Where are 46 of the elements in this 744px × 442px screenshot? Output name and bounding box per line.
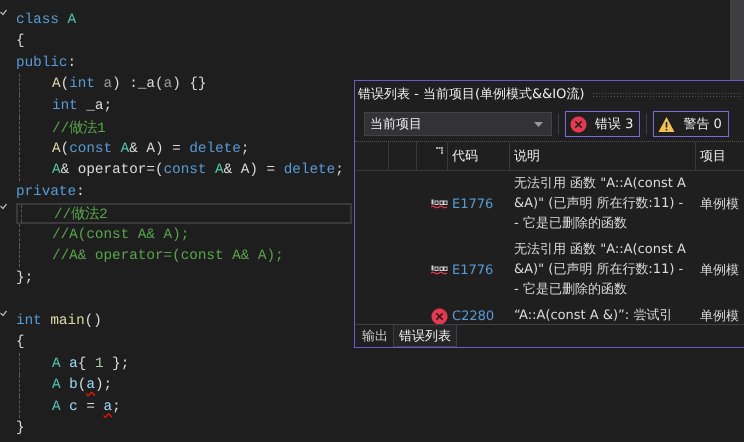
column-header[interactable]: 项目	[696, 142, 744, 170]
code-line: //A& operator=(const A& A);	[52, 248, 284, 264]
error-code-link[interactable]: E1776	[452, 262, 494, 278]
panel-tab[interactable]: 错误列表	[393, 325, 457, 347]
code-line: {	[16, 334, 25, 350]
code-line: //做法2	[54, 205, 108, 223]
code-line: A& operator=(const A& A) = delete;	[52, 162, 344, 178]
code-line: A b(a);	[52, 377, 112, 394]
code-line: int _a;	[52, 98, 112, 114]
panel-title: 错误列表 - 当前项目(单例模式&&IO流)	[358, 86, 584, 103]
project-name: 单例模	[700, 196, 739, 213]
scope-dropdown[interactable]: 当前项目	[364, 112, 552, 136]
fold-icon[interactable]	[0, 310, 7, 318]
column-header[interactable]: 说明	[510, 142, 696, 170]
code-line: private:	[16, 184, 85, 200]
code-line: A(int a) :_a(a) {}	[52, 76, 207, 92]
fold-icon[interactable]	[0, 202, 7, 210]
filter-button[interactable]: 警告 0	[653, 111, 729, 137]
error-icon	[431, 308, 448, 324]
code-line: }	[16, 420, 25, 436]
code-line: //做法1	[52, 119, 106, 137]
project-name: 单例模	[700, 308, 739, 324]
error-description: “A::A(const A &)”: 尝试引	[514, 307, 674, 324]
code-line: int main()	[16, 312, 102, 329]
code-line: class A	[16, 12, 76, 28]
error-code-link[interactable]: E1776	[452, 196, 494, 212]
code-line: A(const A& A) = delete;	[52, 140, 250, 157]
warning-icon	[658, 116, 676, 132]
dropdown-caret-icon	[534, 122, 543, 126]
sort-icon	[436, 146, 443, 154]
column-header[interactable]: 代码	[448, 142, 510, 170]
error-icon	[570, 116, 587, 132]
code-line: //A(const A& A);	[52, 226, 190, 243]
project-name: 单例模	[700, 262, 739, 279]
code-line: A a{ 1 };	[52, 356, 130, 372]
error-description: 无法引用 函数 "A::A(const A &A)" (已声明 所在行数:11) -- 它是已删除的函数	[514, 175, 686, 233]
filter-button[interactable]: 错误 3	[565, 111, 640, 137]
code-line: A c = a;	[52, 398, 121, 415]
code-line: {	[16, 33, 25, 50]
error-code-link[interactable]: C2280	[452, 308, 494, 324]
scrollbar[interactable]	[730, 0, 744, 80]
code-line: public:	[16, 54, 76, 71]
error-description: 无法引用 函数 "A::A(const A &A)" (已声明 所在行数:11) -- 它是已删除的函数	[514, 241, 686, 299]
fold-icon[interactable]	[0, 9, 7, 16]
panel-tab[interactable]: 输出	[357, 325, 393, 347]
code-line: };	[16, 270, 34, 286]
